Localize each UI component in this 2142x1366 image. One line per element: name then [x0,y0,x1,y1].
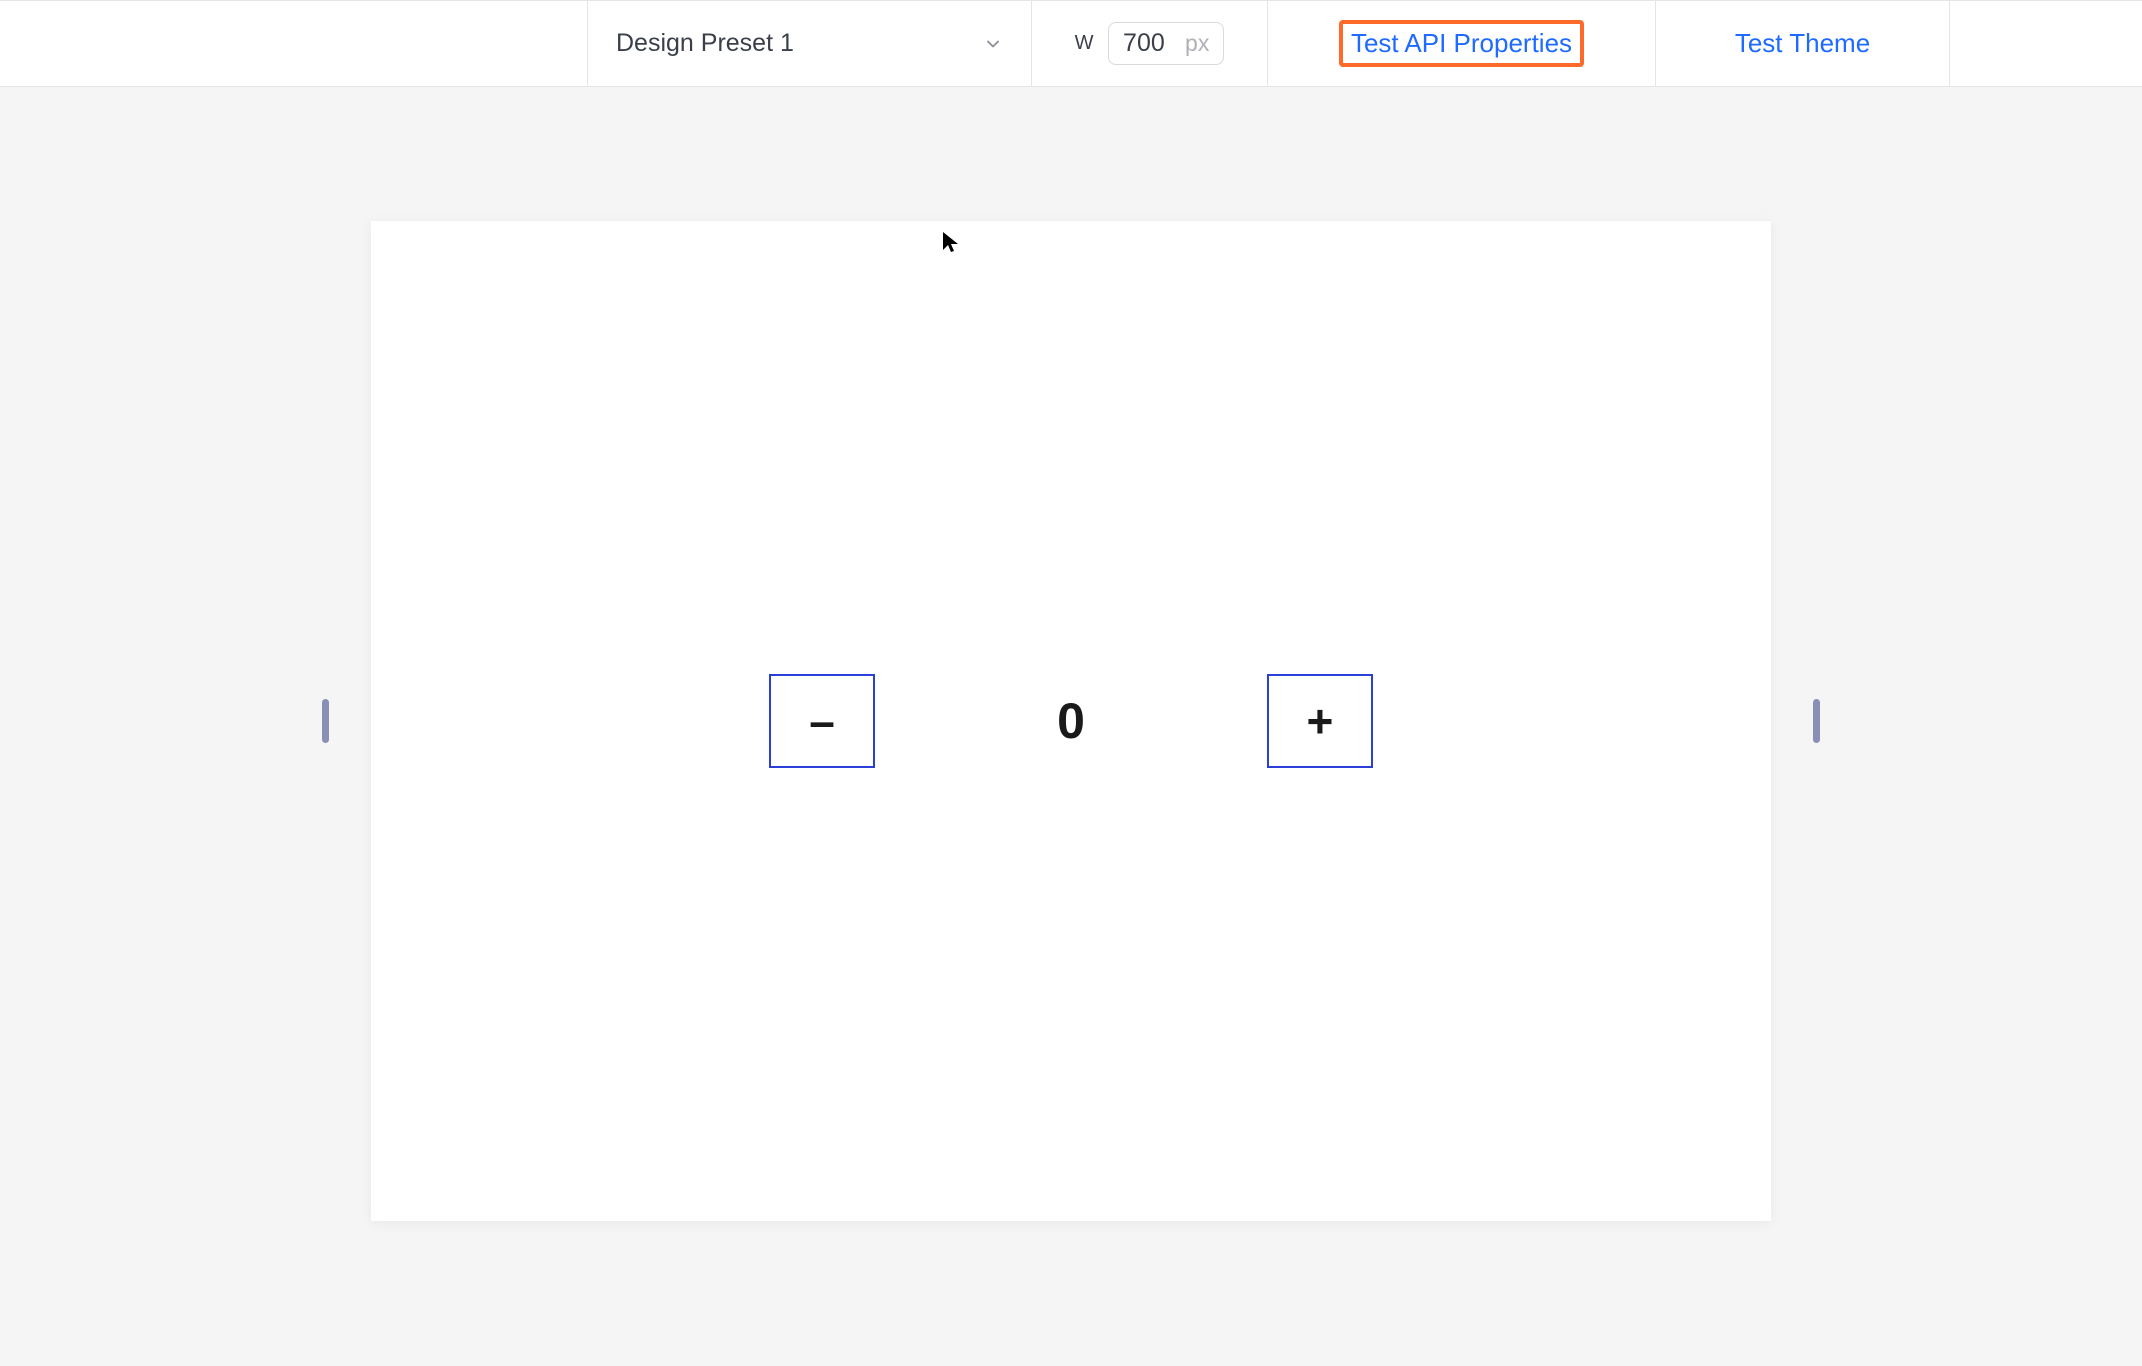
canvas-wrapper: – 0 + [322,221,1820,1221]
resize-handle-right[interactable] [1813,699,1820,743]
counter-widget: – 0 + [769,674,1373,768]
width-input-wrap: px [1108,22,1224,65]
increment-button[interactable]: + [1267,674,1373,768]
preset-label: Design Preset 1 [616,29,794,58]
canvas-area: – 0 + [0,87,2142,1366]
width-control: W px [1032,1,1268,86]
test-theme-button[interactable]: Test Theme [1735,28,1870,59]
counter-value: 0 [1057,692,1085,750]
preview-canvas: – 0 + [371,221,1771,1221]
chevron-down-icon [983,34,1003,54]
width-label: W [1075,32,1094,55]
toolbar: Design Preset 1 W px Test API Properties… [0,0,2142,87]
api-properties-cell: Test API Properties [1268,1,1656,86]
toolbar-spacer [0,1,588,86]
resize-handle-left[interactable] [322,699,329,743]
decrement-button[interactable]: – [769,674,875,768]
width-unit: px [1185,30,1209,57]
theme-cell: Test Theme [1656,1,1950,86]
width-input[interactable] [1123,29,1171,58]
test-api-properties-button[interactable]: Test API Properties [1339,20,1584,67]
design-preset-dropdown[interactable]: Design Preset 1 [588,1,1032,86]
